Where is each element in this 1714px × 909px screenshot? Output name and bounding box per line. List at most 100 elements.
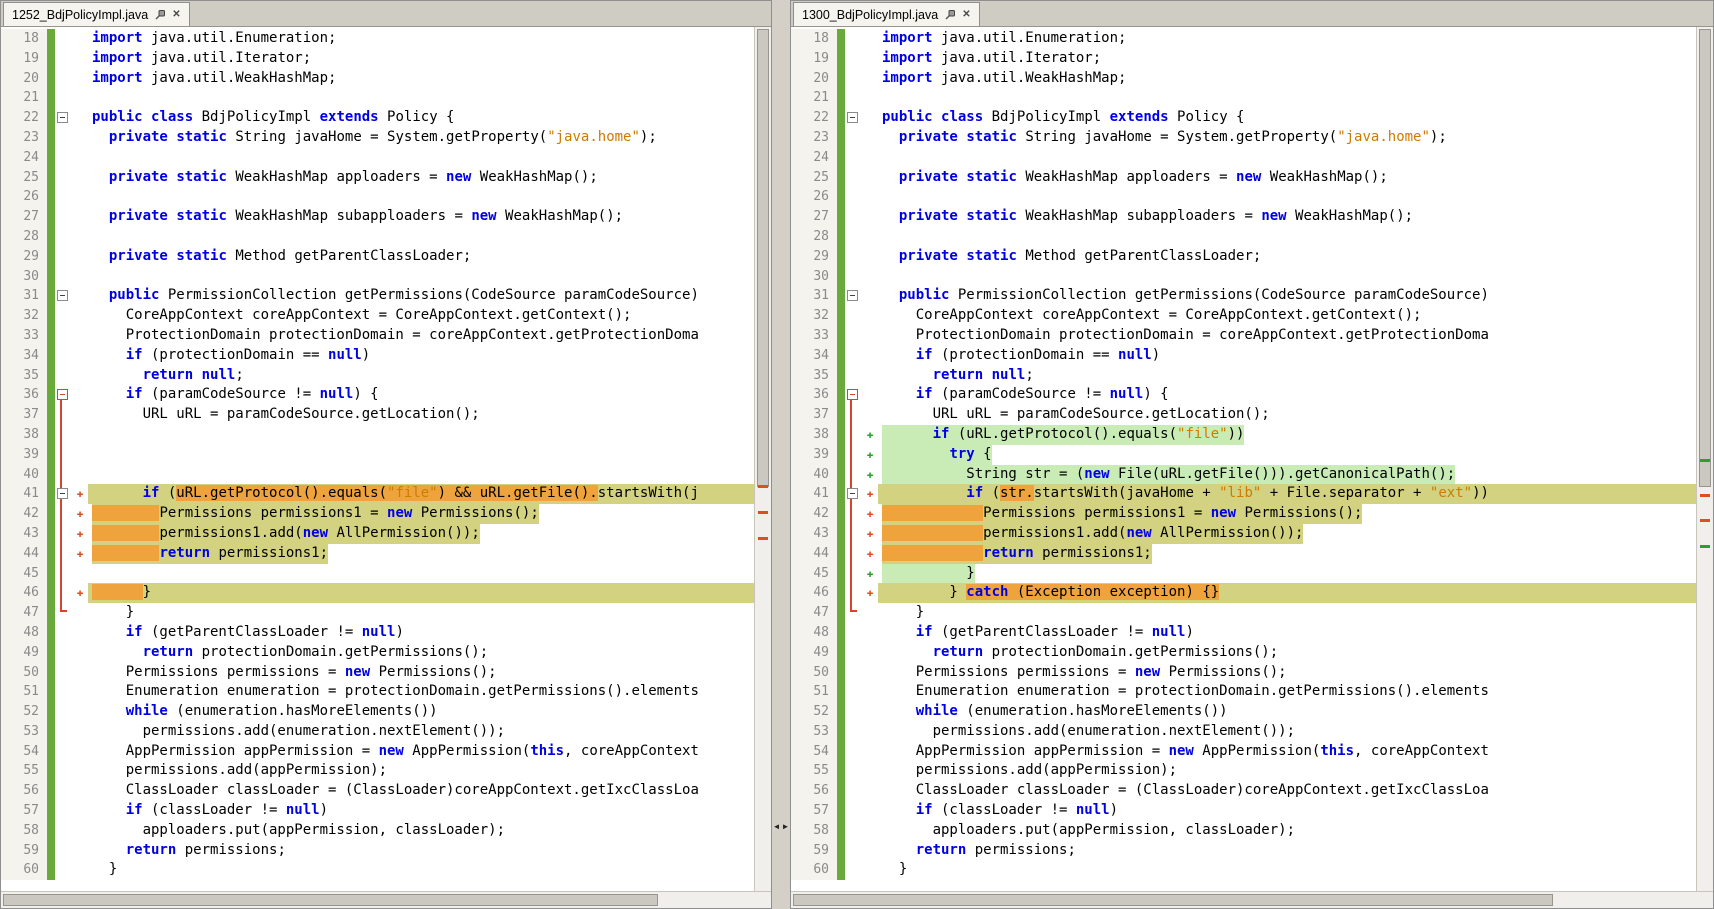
fold-margin [845,326,862,346]
scrollbar-thumb[interactable] [757,29,769,487]
token: WeakHashMap(); [1261,169,1387,185]
scrollbar-thumb[interactable] [1699,29,1711,487]
fold-toggle[interactable] [847,389,858,400]
token: Method getParentClassLoader; [1017,248,1261,264]
right-horizontal-scrollbar[interactable] [791,892,1696,908]
fold-toggle[interactable] [57,290,68,301]
diff-highlight: return permissions1; [882,544,1152,564]
diff-stripe-mark[interactable] [1700,494,1710,497]
token: WeakHashMap(); [471,169,597,185]
diff-stripe-mark[interactable] [758,485,768,488]
code-line: 59 return permissions; [791,841,1696,861]
diff-margin [862,29,878,49]
diff-stripe-mark[interactable] [1700,459,1710,462]
left-code-editor[interactable]: 18import java.util.Enumeration;19import … [1,27,754,891]
line-number: 40 [1,465,47,485]
line-number: 22 [1,108,47,128]
diff-margin [862,227,878,247]
token [92,485,143,501]
diff-stripe-mark[interactable] [758,511,768,514]
close-icon[interactable]: ✕ [172,10,180,20]
token: } [882,565,975,581]
diff-margin [862,742,878,762]
scrollbar-thumb[interactable] [3,894,658,906]
line-number: 35 [1,366,47,386]
splitter-collapse-right-icon[interactable]: ► [782,822,790,831]
diff-margin [72,623,88,643]
left-horizontal-scrollbar[interactable] [1,892,754,908]
fold-toggle[interactable] [847,290,858,301]
code-line: 21 [791,88,1696,108]
diff-stripe-mark[interactable] [1700,545,1710,548]
fold-toggle[interactable] [57,488,68,499]
left-vertical-scrollbar[interactable] [754,27,771,891]
fold-margin [845,366,862,386]
code-text [88,227,754,247]
diff-stripe-mark[interactable] [758,537,768,540]
token: return [126,842,177,858]
diff-margin [862,385,878,405]
diff-margin [862,682,878,702]
right-code-editor[interactable]: 18import java.util.Enumeration;19import … [791,27,1696,891]
splitter-collapse-left-icon[interactable]: ◄ [773,822,781,831]
token: class [151,109,193,125]
vcs-added-bar [837,742,845,762]
right-vertical-scrollbar[interactable] [1696,27,1713,891]
token: "file" [387,485,438,501]
token [882,446,949,462]
fold-toggle[interactable] [57,389,68,400]
diff-margin [862,108,878,128]
fold-margin [845,227,862,247]
close-icon[interactable]: ✕ [962,10,970,20]
line-number: 48 [791,623,837,643]
code-line: 46✚ } catch (Exception exception) {} [791,583,1696,603]
line-number: 49 [791,643,837,663]
token [882,802,916,818]
diff-margin [72,682,88,702]
fold-margin [55,29,72,49]
left-file-tab[interactable]: 1252_BdjPolicyImpl.java ✕ [3,2,190,26]
token: null [320,386,354,402]
code-text: private static WeakHashMap subapploaders… [878,207,1696,227]
token: new [471,208,496,224]
token: null [202,367,236,383]
fold-toggle[interactable] [847,112,858,123]
pin-icon[interactable] [944,9,956,21]
panel-splitter[interactable]: ◄ ► [772,0,790,909]
token: private [899,248,958,264]
fold-toggle[interactable] [57,112,68,123]
token: return [143,367,194,383]
diff-highlight: permissions1.add(new AllPermission()); [882,524,1303,544]
vcs-added-bar [837,405,845,425]
right-file-tab[interactable]: 1300_BdjPolicyImpl.java ✕ [793,2,980,26]
fold-margin [55,682,72,702]
fold-margin [845,742,862,762]
scrollbar-thumb[interactable] [793,894,1553,906]
fold-toggle[interactable] [847,488,858,499]
code-line: 38 [1,425,754,445]
pin-icon[interactable] [154,9,166,21]
vcs-added-bar [837,484,845,504]
vcs-added-bar [47,663,55,683]
token: permissions1.add( [983,525,1126,541]
line-number: 42 [791,504,837,524]
token: if [916,347,933,363]
vcs-added-bar [837,623,845,643]
code-text [88,564,754,584]
code-line: 29 private static Method getParentClassL… [1,247,754,267]
fold-margin [55,148,72,168]
vcs-added-bar [837,128,845,148]
code-text: } [88,603,754,623]
token: private [109,129,168,145]
diff-margin [862,168,878,188]
token: try [949,446,974,462]
diff-margin [862,267,878,287]
code-line: 33 ProtectionDomain protectionDomain = c… [791,326,1696,346]
vcs-added-bar [47,841,55,861]
token: static [176,248,227,264]
code-line: 57 if (classLoader != null) [791,801,1696,821]
fold-margin [55,326,72,346]
diff-highlight: Permissions permissions1 = new Permissio… [92,504,539,524]
code-text [88,187,754,207]
diff-stripe-mark[interactable] [1700,519,1710,522]
